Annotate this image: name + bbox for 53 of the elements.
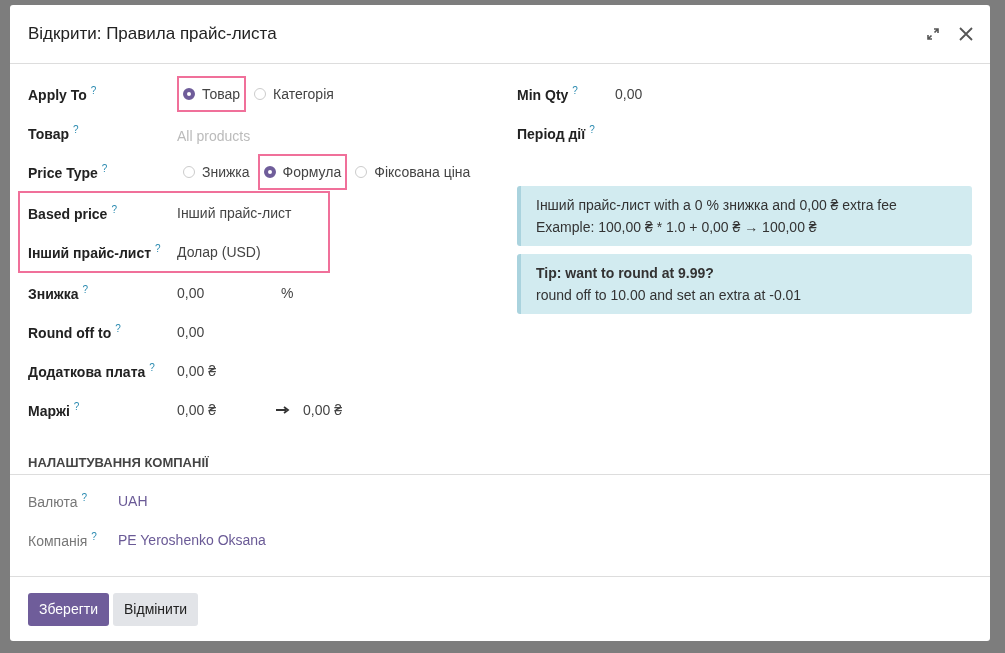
field-label: Період дії — [517, 125, 586, 142]
help-mark[interactable]: ? — [101, 162, 108, 174]
help-mark[interactable]: ? — [111, 203, 117, 215]
field-value[interactable]: PE Yeroshenko Oksana — [118, 531, 266, 548]
radio-option[interactable]: Формула — [257, 153, 348, 190]
field-value[interactable]: UAH — [118, 492, 148, 509]
help-mark[interactable]: ? — [90, 84, 97, 96]
cancel-button[interactable]: Відмінити — [113, 592, 199, 626]
help-mark[interactable]: ? — [149, 361, 155, 373]
field-value[interactable]: 0,00 — [177, 323, 281, 340]
close-icon[interactable] — [958, 26, 974, 42]
radio-option[interactable]: Знижка — [177, 153, 256, 190]
radio-option[interactable]: Фіксована ціна — [349, 153, 477, 190]
field-value[interactable]: Долар (USD) — [177, 243, 261, 260]
help-mark[interactable]: ? — [589, 123, 595, 135]
field-label: Інший прайс-лист — [28, 244, 152, 261]
field-label: Маржі — [28, 402, 70, 419]
info-text: Example: 100,00 ₴ * 1.0 + 0,00 ₴ → 100,00 ₴ — [536, 218, 818, 237]
field-label: Price Type — [28, 164, 98, 181]
unit-label: % — [281, 284, 294, 301]
section-heading: НАЛАШТУВАННЯ КОМПАНІЇ — [10, 455, 990, 475]
field-value[interactable]: Інший прайс-лист — [177, 204, 292, 221]
field-label: Min Qty — [517, 86, 569, 103]
field-value: 0,00 ₴ — [303, 401, 342, 418]
field-label: Round off to — [28, 324, 112, 341]
arrow-icon — [276, 405, 290, 414]
field-label: Валюта — [28, 493, 78, 510]
field-label: Товар — [28, 125, 69, 142]
dialog-title: Відкрити: Правила прайс-листа — [28, 24, 277, 44]
help-mark[interactable]: ? — [91, 530, 97, 542]
field-value[interactable]: 0,00 ₴ — [177, 362, 281, 379]
field-label: Знижка — [28, 285, 79, 302]
tip-title: Tip: want to round at 9.99? — [536, 264, 715, 283]
help-mark[interactable]: ? — [155, 242, 161, 254]
field-value[interactable]: 0,00 — [177, 284, 281, 301]
radio-option[interactable]: Товар — [177, 75, 247, 112]
expand-icon[interactable] — [926, 27, 940, 41]
help-mark[interactable]: ? — [572, 84, 578, 96]
field-label: Based price — [28, 205, 108, 222]
field-value[interactable]: 0,00 — [615, 85, 643, 102]
help-mark[interactable]: ? — [73, 400, 80, 412]
field-label: Компанія — [28, 532, 88, 549]
help-mark[interactable]: ? — [73, 123, 79, 135]
tip-text: round off to 10.00 and set an extra at -0.01 — [536, 286, 803, 305]
help-mark[interactable]: ? — [115, 322, 121, 334]
radio-option[interactable]: Категорія — [248, 75, 340, 112]
info-text: Інший прайс-лист with a 0 % знижка and 0,00 ₴ extra fee — [536, 196, 898, 215]
help-mark[interactable]: ? — [81, 491, 88, 503]
help-mark[interactable]: ? — [82, 283, 89, 295]
save-button[interactable]: Зберегти — [28, 592, 109, 626]
field-value[interactable]: 0,00 ₴ — [177, 401, 281, 418]
field-label: Додаткова плата — [28, 363, 146, 380]
field-label: Apply To — [28, 86, 87, 103]
